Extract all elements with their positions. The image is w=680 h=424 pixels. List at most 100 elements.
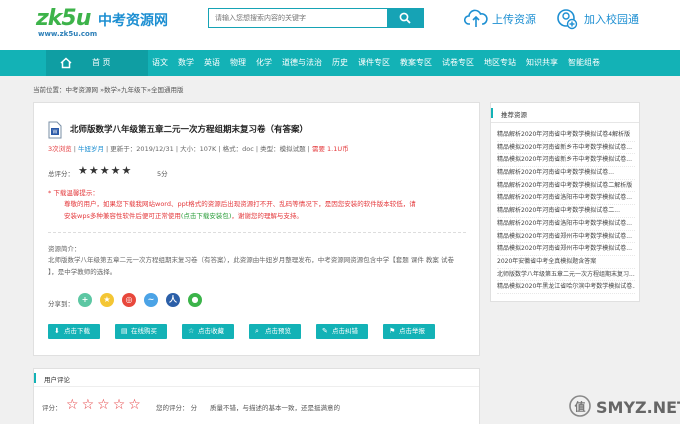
site-logo[interactable]: zk5u 中考资源网 www.zk5u.com: [36, 6, 186, 40]
buy-button[interactable]: ▤ 在线购买: [115, 324, 167, 339]
cloud-upload-icon: [464, 9, 488, 27]
svg-text:值: 值: [575, 400, 586, 414]
star-icon: ★: [110, 164, 121, 177]
search-button[interactable]: [387, 9, 423, 27]
download-label: 点击下载: [64, 327, 90, 335]
list-item[interactable]: 北师版数学八年级第五章二元一次方程组期末复习...: [497, 269, 635, 282]
recommend-panel: 推荐资源 精品解析2020年河南省中考数学模拟试卷4解析版 精品模拟2020年河…: [490, 102, 640, 302]
breadcrumb[interactable]: 当前位置：中考资源网 »数学»九年级下»全国通用版: [33, 84, 184, 94]
buy-label: 在线购买: [131, 327, 157, 335]
intro-body: 北师版数学八年级第五章二元一次方程组期末复习卷（有答案），此资源由牛妞岁月整理发…: [48, 254, 468, 278]
doc-meta: 3次浏览 | 牛妞岁月 | 更新于：2019/12/31 | 大小：107K |…: [48, 145, 349, 153]
watermark-logo-icon: 值: [569, 395, 591, 417]
cart-icon: ▤: [121, 327, 128, 335]
watermark-text: SMYZ.NET: [596, 398, 680, 417]
nav-item[interactable]: 课件专区: [358, 50, 390, 76]
comment-header: 用户评论: [34, 369, 479, 387]
nav-item[interactable]: 智能组卷: [568, 50, 600, 76]
score-value: 5分: [157, 170, 168, 178]
list-item[interactable]: 精品解析2020年河南省中考数学模拟试卷二...: [497, 205, 635, 218]
star-outline-icon[interactable]: ☆: [113, 398, 126, 412]
score-label: 总评分：: [48, 170, 74, 178]
nav-home[interactable]: 首 页: [46, 50, 148, 76]
nav-item[interactable]: 物理: [230, 50, 246, 76]
list-item[interactable]: 精品解析2020年河南省中考数学模拟试卷二解析版: [497, 180, 635, 193]
intro-line: 北师版数学八年级第五章二元一次方程组期末复习卷（有答案），此资源由牛妞岁月整理发…: [48, 256, 454, 264]
list-item[interactable]: 精品模拟2020年河南省新乡市中考数学模拟试卷...: [497, 154, 635, 168]
nav-items: 语文 数学 英语 物理 化学 道德与法治 历史 课件专区 教案专区 试卷专区 地…: [152, 50, 610, 76]
list-item[interactable]: 精品模拟2020年黑龙江省哈尔滨中考数学模拟试卷...: [497, 281, 635, 294]
install-package-link[interactable]: (点击下载安装包): [181, 212, 232, 220]
nav-item[interactable]: 历史: [332, 50, 348, 76]
star-outline-icon[interactable]: ☆: [66, 398, 79, 412]
home-icon: [60, 57, 72, 69]
nav-item[interactable]: 数学: [178, 50, 194, 76]
tips-text: 安装wps多种兼容性软件后便可正常使用: [64, 212, 181, 220]
report-error-button[interactable]: ✎ 点击纠错: [316, 324, 368, 339]
download-button[interactable]: ⬇ 点击下载: [48, 324, 100, 339]
list-item[interactable]: 精品模拟2020年河南省郑州市中考数学模拟试卷...: [497, 243, 635, 256]
share-weibo-icon[interactable]: ◎: [122, 293, 136, 307]
share-more-icon[interactable]: +: [78, 293, 92, 307]
updated-date: 更新于：2019/12/31: [110, 145, 174, 153]
share-renren-icon[interactable]: 人: [166, 293, 180, 307]
report-button[interactable]: ⚑ 点击举报: [383, 324, 435, 339]
list-item[interactable]: 精品模拟2020年河南省郑州市中考数学模拟试卷...: [497, 231, 635, 244]
my-rating: 您的评分： 分: [156, 404, 198, 412]
share-qzone-icon[interactable]: ★: [100, 293, 114, 307]
star-outline-icon[interactable]: ☆: [128, 398, 141, 412]
share-label: 分享到：: [48, 300, 74, 308]
star-outline-icon: ☆: [188, 327, 195, 335]
magnifier-icon: ⌕: [255, 327, 259, 335]
preview-label: 点击预览: [265, 327, 291, 335]
recommend-list: 精品解析2020年河南省中考数学模拟试卷4解析版 精品模拟2020年河南省新乡市…: [497, 129, 635, 294]
tips-line: 安装wps多种兼容性软件后便可正常使用(点击下载安装包)，谢谢您的理解与支持。: [64, 210, 464, 222]
logo-mark: zk5u: [36, 6, 91, 31]
list-item[interactable]: 精品解析2020年河南省中考数学模拟试卷...: [497, 167, 635, 180]
intro-label: 资源简介：: [48, 245, 81, 253]
star-icon: ★: [78, 164, 88, 177]
nav-item[interactable]: 道德与法治: [282, 50, 322, 76]
search-input[interactable]: [209, 9, 387, 27]
report-error-label: 点击纠错: [332, 327, 358, 335]
nav-item[interactable]: 地区专站: [484, 50, 516, 76]
preview-button[interactable]: ⌕ 点击预览: [249, 324, 301, 339]
nav-item[interactable]: 知识共享: [526, 50, 558, 76]
author-link[interactable]: 牛妞岁月: [78, 145, 104, 153]
list-item[interactable]: 精品解析2020年河南省洛阳市中考数学模拟试卷...: [497, 218, 635, 231]
list-item[interactable]: 精品模拟2020年河南省新乡市中考数学模拟试卷...: [497, 142, 635, 155]
nav-item[interactable]: 英语: [204, 50, 220, 76]
rating-label: 评分：: [42, 404, 62, 412]
star-icon: ★: [99, 164, 110, 177]
rating-hint: 质量不错，与描述的基本一致，还是挺满意的: [210, 404, 340, 412]
nav-item[interactable]: 语文: [152, 50, 168, 76]
upload-label: 上传资源: [492, 13, 536, 26]
score-stars: ★ ★ ★ ★ ★: [78, 165, 132, 177]
recommend-header: 推荐资源: [491, 103, 639, 123]
star-outline-icon[interactable]: ☆: [97, 398, 110, 412]
tips-body: 尊敬的用户，如果您下载我网站word、ppt格式的资源后出现资源打不开、乱码等情…: [64, 198, 464, 222]
tips-title: * 下载温馨提示：: [48, 189, 99, 197]
star-outline-icon[interactable]: ☆: [82, 398, 95, 412]
list-item[interactable]: 精品解析2020年河南省中考数学模拟试卷4解析版: [497, 129, 635, 142]
logo-title: 中考资源网: [98, 13, 168, 29]
doc-type: 类型：模拟试题: [260, 145, 306, 153]
file-size: 大小：107K: [180, 145, 217, 153]
header-accent: [491, 108, 493, 118]
join-label: 加入校园通: [584, 13, 639, 26]
list-item[interactable]: 2020年安徽省中考全真模拟题含答案: [497, 256, 635, 269]
comment-title: 用户评论: [44, 376, 70, 384]
share-wechat-icon[interactable]: ●: [188, 293, 202, 307]
star-icon: ★: [88, 164, 99, 177]
rating-stars: ☆ ☆ ☆ ☆ ☆: [66, 398, 144, 412]
report-label: 点击举报: [399, 327, 425, 335]
recommend-title: 推荐资源: [501, 111, 527, 119]
views-count: 3次浏览: [48, 145, 72, 153]
star-icon: ★: [121, 164, 132, 177]
favorite-button[interactable]: ☆ 点击收藏: [182, 324, 234, 339]
share-tencent-icon[interactable]: ~: [144, 293, 158, 307]
nav-item[interactable]: 试卷专区: [442, 50, 474, 76]
list-item[interactable]: 精品解析2020年河南省洛阳市中考数学模拟试卷...: [497, 192, 635, 206]
nav-item[interactable]: 教案专区: [400, 50, 432, 76]
nav-item[interactable]: 化学: [256, 50, 272, 76]
